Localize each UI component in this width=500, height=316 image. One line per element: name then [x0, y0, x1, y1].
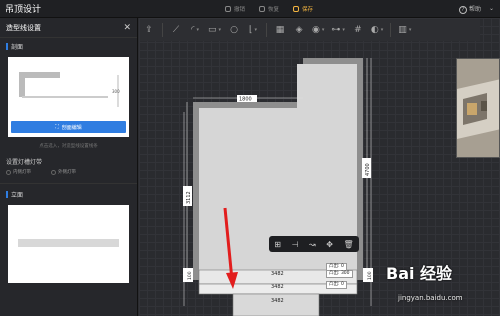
top-bar: 吊顶设计 撤销 恢复 保存 ? 帮助 ⌄ [0, 0, 500, 18]
profile-section-title: 剖面 [0, 38, 137, 55]
molding-settings-panel: 造型线设置 ✕ 剖面 300 ⛶ 剖面编辑 点击选入，对造型线设置线条 设置灯槽… [0, 18, 138, 316]
save-icon [293, 5, 300, 12]
user-menu-caret[interactable]: ⌄ [489, 5, 494, 12]
dim-bottom-b: 3482 [271, 284, 284, 290]
help-icon: ? [458, 5, 467, 14]
edit-icon: ⛶ [55, 124, 59, 130]
dim-bottom-c: 3482 [271, 298, 284, 304]
divider [0, 183, 137, 184]
redo-icon [259, 5, 266, 12]
radio-icon [51, 169, 56, 175]
radio-icon [6, 169, 11, 175]
3d-room-render [457, 59, 499, 157]
help-button[interactable]: ? 帮助 [458, 4, 481, 14]
outer-light-option[interactable]: 外侧灯带 [51, 169, 76, 175]
history-actions: 撤销 恢复 保存 [225, 5, 313, 13]
fit-icon[interactable]: ⊞ [274, 240, 281, 249]
inner-light-option[interactable]: 内侧灯带 [6, 169, 31, 175]
profile-dim-label: 300 [112, 89, 120, 94]
watermark-url: jingyan.baidu.com [398, 294, 463, 302]
undo-icon [225, 5, 231, 12]
elevation-preview [8, 205, 129, 283]
profile-preview: 300 ⛶ 剖面编辑 [8, 57, 129, 137]
save-button[interactable]: 保存 [293, 5, 313, 13]
light-strip-title: 设置灯槽灯带 [6, 159, 43, 166]
dim-top-left: 1800 [239, 97, 252, 103]
split-icon[interactable]: ⊣ [292, 240, 299, 249]
offset-tag-2[interactable]: 凸出: 300 [326, 270, 353, 278]
curve-icon[interactable]: ↝ [309, 240, 316, 249]
app-title: 吊顶设计 [5, 5, 42, 15]
baidu-watermark: Bai 经验 [386, 264, 453, 283]
dim-left: 3112 [186, 191, 192, 204]
close-icon[interactable]: ✕ [123, 23, 131, 33]
dim-bottom-a: 3482 [271, 271, 284, 277]
edge-dim-left: 100 [187, 271, 193, 280]
offset-tag-3[interactable]: 凸出: 0 [326, 281, 347, 289]
profile-edit-button[interactable]: ⛶ 剖面编辑 [11, 121, 126, 133]
move-icon[interactable]: ✥ [326, 240, 333, 249]
3d-preview[interactable] [456, 58, 500, 158]
selection-toolbar: ⊞ ⊣ ↝ ✥ 🗑 [269, 236, 359, 252]
redo-button[interactable]: 恢复 [259, 5, 279, 13]
panel-title: 造型线设置 [6, 23, 41, 32]
edge-dim-right: 100 [367, 271, 373, 280]
dim-right: 4700 [365, 163, 371, 176]
undo-button[interactable]: 撤销 [225, 5, 245, 13]
elevation-bar [18, 239, 119, 247]
elevation-section-title: 立面 [0, 186, 137, 203]
delete-icon[interactable]: 🗑 [344, 240, 354, 249]
